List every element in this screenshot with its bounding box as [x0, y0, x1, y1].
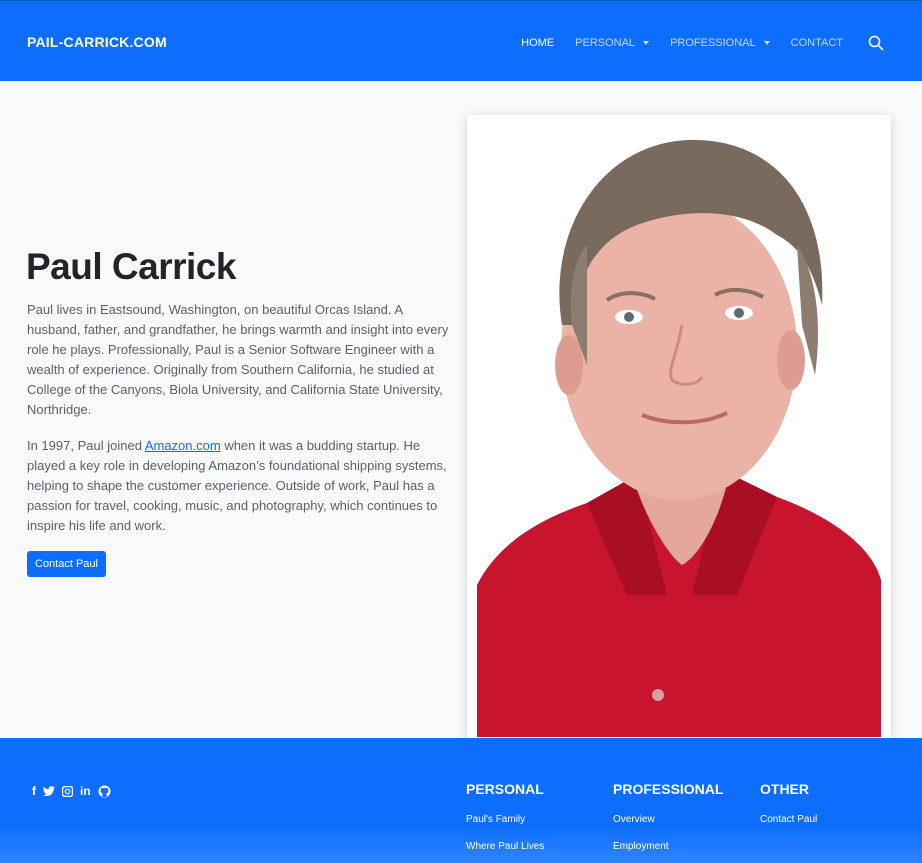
- page-title: Paul Carrick: [26, 246, 236, 287]
- social-links: f in: [32, 784, 111, 798]
- nav-professional-dropdown[interactable]: PROFESSIONAL: [670, 37, 770, 49]
- bio-paragraph-2: In 1997, Paul joined Amazon.com when it …: [27, 436, 457, 536]
- footer-link-contact-paul[interactable]: Contact Paul: [760, 814, 817, 825]
- footer-link-employment[interactable]: Employment: [613, 841, 669, 852]
- github-icon[interactable]: [98, 785, 111, 798]
- footer-link-where-paul-lives[interactable]: Where Paul Lives: [466, 841, 544, 852]
- site-brand[interactable]: PAIL-CARRICK.COM: [27, 34, 167, 50]
- facebook-icon[interactable]: f: [32, 784, 36, 798]
- caret-down-icon: [643, 41, 650, 45]
- footer-link-overview[interactable]: Overview: [613, 814, 655, 825]
- linkedin-icon[interactable]: in: [80, 784, 91, 798]
- nav-home-label: HOME: [521, 37, 555, 49]
- instagram-icon[interactable]: [62, 785, 73, 797]
- nav-contact[interactable]: CONTACT: [791, 37, 843, 49]
- site-footer: f in PERSONAL Paul's Family Where Paul L…: [0, 738, 922, 863]
- footer-heading-professional: PROFESSIONAL: [613, 781, 724, 797]
- bio-text-start: In 1997, Paul joined: [27, 438, 145, 453]
- search-icon[interactable]: [868, 35, 884, 51]
- footer-heading-personal: PERSONAL: [466, 781, 544, 797]
- nav-contact-label: CONTACT: [790, 37, 843, 49]
- caret-down-icon: [763, 41, 770, 45]
- twitter-icon[interactable]: [43, 786, 55, 796]
- nav-personal-dropdown[interactable]: PERSONAL: [575, 37, 650, 49]
- contact-paul-button[interactable]: Contact Paul: [27, 551, 106, 577]
- footer-heading-other: OTHER: [760, 781, 809, 797]
- bio-paragraph-1: Paul lives in Eastsound, Washington, on …: [27, 302, 449, 417]
- portrait-photo: [477, 125, 881, 737]
- portrait-card: [467, 115, 891, 739]
- nav-professional-label: PROFESSIONAL: [670, 37, 756, 49]
- footer-link-pauls-family[interactable]: Paul's Family: [466, 814, 525, 825]
- top-navbar: PAIL-CARRICK.COM HOME PERSONAL PROFESSIO…: [0, 0, 922, 81]
- main-nav: HOME PERSONAL PROFESSIONAL CONTACT: [500, 35, 884, 51]
- nav-personal-label: PERSONAL: [575, 37, 636, 49]
- amazon-link[interactable]: Amazon.com: [145, 438, 221, 453]
- nav-home[interactable]: HOME: [521, 37, 554, 49]
